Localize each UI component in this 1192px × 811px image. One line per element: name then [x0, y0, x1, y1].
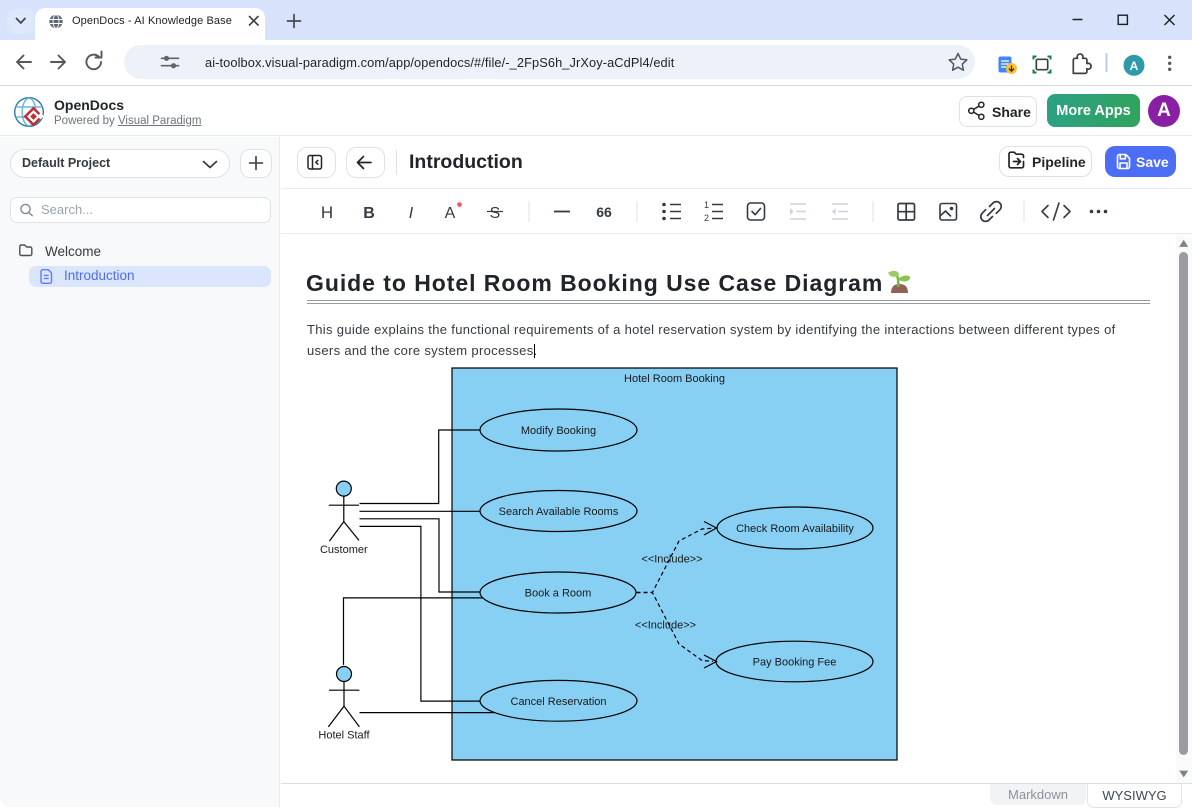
svg-text:H: H — [321, 203, 333, 222]
svg-text:66: 66 — [596, 204, 612, 220]
svg-text:I: I — [409, 205, 414, 222]
svg-text:B: B — [363, 205, 375, 222]
svg-text:A: A — [1130, 59, 1139, 73]
svg-text:2: 2 — [704, 213, 709, 223]
svg-text:A: A — [445, 205, 456, 222]
svg-text:S: S — [490, 205, 501, 222]
svg-text:1: 1 — [704, 200, 709, 210]
